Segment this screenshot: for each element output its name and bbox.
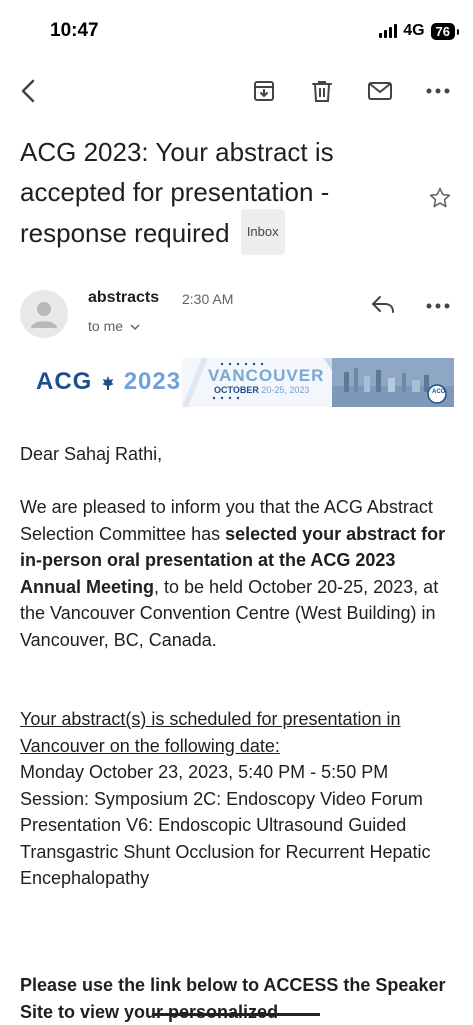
maple-leaf-icon <box>102 375 115 390</box>
back-button[interactable] <box>14 76 44 106</box>
archive-icon <box>254 81 274 101</box>
recipient-label: to me <box>88 318 124 334</box>
sender-name[interactable]: abstracts <box>88 289 159 307</box>
more-horiz-icon <box>426 88 450 94</box>
subject-text: ACG 2023: Your abstract is accepted for … <box>20 137 334 248</box>
mail-icon <box>368 82 392 100</box>
status-time: 10:47 <box>50 20 99 41</box>
trash-icon <box>312 81 332 102</box>
access-instructions: Please use the link below to ACCESS the … <box>20 975 446 1022</box>
star-button[interactable] <box>428 186 452 215</box>
battery-indicator: 76 <box>430 22 460 40</box>
banner-month: OCTOBER <box>214 385 259 395</box>
reply-icon <box>372 296 394 313</box>
avatar-placeholder-icon <box>31 302 57 328</box>
chevron-down-icon <box>130 324 140 331</box>
reply-button[interactable] <box>370 294 396 319</box>
more-options-button[interactable] <box>423 76 453 106</box>
signal-icon <box>379 24 398 38</box>
banner-dates: OCTOBER 20-25, 2023 <box>214 385 309 395</box>
sender-avatar[interactable] <box>20 290 68 338</box>
acg-logo-text: ACG <box>36 368 93 395</box>
status-indicators: 4G 76 <box>379 22 460 40</box>
sent-time: 2:30 AM <box>182 291 234 307</box>
recipient-toggle[interactable]: to me <box>88 318 140 334</box>
presentation-info: Presentation V6: Endoscopic Ultrasound G… <box>20 815 431 888</box>
schedule-block: Your abstract(s) is scheduled for presen… <box>20 706 460 892</box>
schedule-date: Monday October 23, 2023, 5:40 PM - 5:50 … <box>20 762 389 782</box>
redaction-line <box>152 1013 320 1016</box>
back-arrow-icon <box>21 79 35 103</box>
message-more-button[interactable] <box>426 296 450 314</box>
network-type: 4G <box>403 22 425 39</box>
schedule-heading: Your abstract(s) is scheduled for presen… <box>20 709 401 756</box>
acg-logo: ACG 2023 <box>36 368 181 396</box>
banner-city: VANCOUVER <box>208 366 325 385</box>
delete-button[interactable] <box>307 76 337 106</box>
email-subject: ACG 2023: Your abstract is accepted for … <box>20 132 420 258</box>
more-horiz-icon <box>426 303 450 309</box>
archive-button[interactable] <box>249 76 279 106</box>
acg-logo-year: 2023 <box>123 368 182 395</box>
mark-unread-button[interactable] <box>365 76 395 106</box>
inbox-label[interactable]: Inbox <box>240 209 285 255</box>
star-icon <box>429 187 451 208</box>
greeting: Dear Sahaj Rathi, <box>20 444 163 464</box>
banner-date-range: 20-25, 2023 <box>261 385 310 395</box>
intro-paragraph: We are pleased to inform you that the AC… <box>20 494 460 653</box>
session-info: Session: Symposium 2C: Endoscopy Video F… <box>20 788 423 809</box>
banner-badge: ACG <box>432 389 446 395</box>
